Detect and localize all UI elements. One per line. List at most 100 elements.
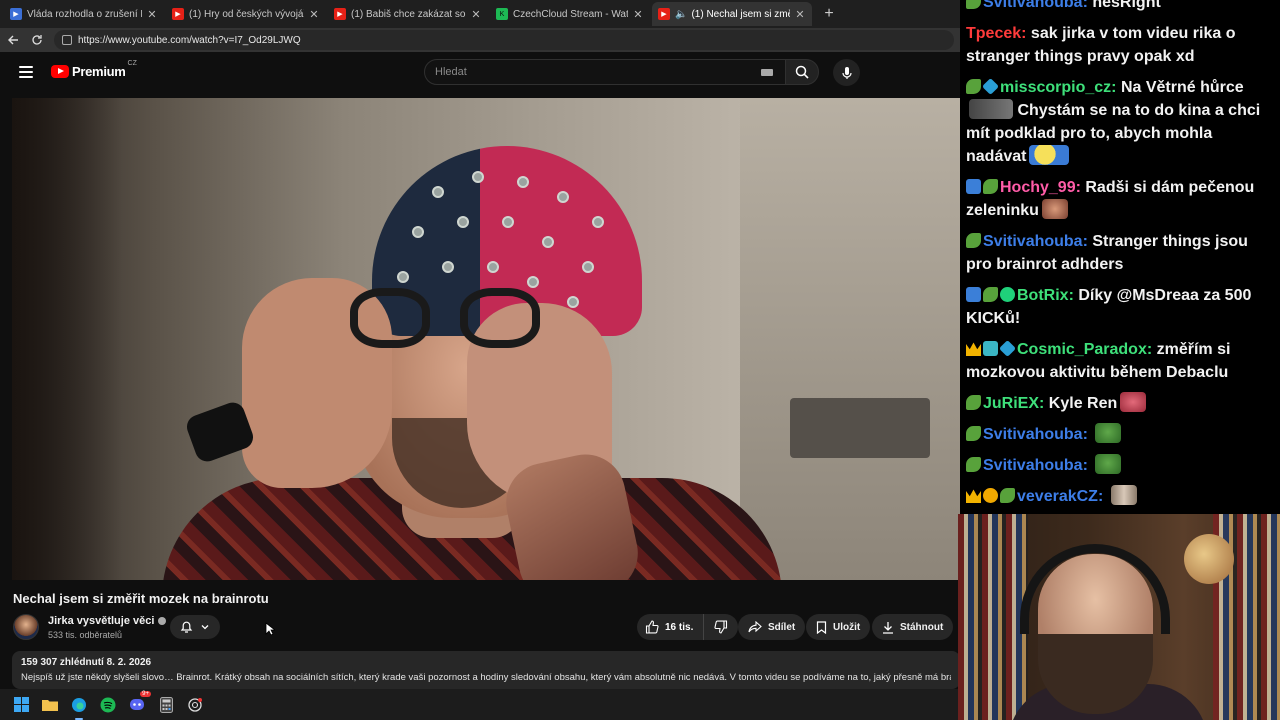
openai-icon	[188, 697, 202, 712]
close-tab-icon[interactable]: ✕	[632, 8, 644, 21]
url-input[interactable]: https://www.youtube.com/watch?v=I7_Od29L…	[54, 30, 954, 50]
chat-username[interactable]: misscorpio_cz	[1000, 79, 1111, 96]
close-tab-icon[interactable]: ✕	[308, 8, 320, 21]
chat-username[interactable]: Tpecek	[966, 25, 1021, 42]
chat-username[interactable]: Svitivahouba	[983, 233, 1083, 250]
arrow-badge-icon	[966, 179, 981, 194]
browser-tab-bar: ▶ Vláda rozhodla o zrušení Národ ✕ ▶ (1) Hry…	[0, 0, 960, 28]
tab-title: (1) Nechal jsem si změřit mo	[691, 8, 790, 20]
browser-tab-1[interactable]: ▶ Vláda rozhodla o zrušení Národ ✕	[4, 2, 164, 26]
taskbar-discord[interactable]: 9+	[126, 690, 151, 716]
channel-avatar[interactable]	[13, 614, 39, 640]
microphone-icon	[841, 66, 852, 79]
tab-title: CzechCloud Stream - Watch Live o	[513, 8, 628, 20]
leaf-badge-icon	[983, 287, 998, 302]
chat-text: Kyle Ren	[1048, 395, 1118, 412]
youtube-favicon-icon: ▶	[658, 8, 670, 20]
meme-emote-icon	[969, 99, 1013, 119]
channel-name[interactable]: Jirka vysvětluje věci	[48, 615, 167, 627]
chat-message: BotRix: Díky @MsDreaa za 500 KICKů!	[966, 287, 1252, 327]
url-text: https://www.youtube.com/watch?v=I7_Od29L…	[78, 34, 301, 46]
subscription-bell-button[interactable]	[170, 615, 220, 639]
lips-emote-icon	[1120, 392, 1147, 412]
taskbar-calculator[interactable]	[155, 694, 177, 716]
leaf-badge-icon	[1000, 488, 1015, 503]
kick-favicon-icon: K	[496, 8, 508, 20]
chat-username[interactable]: veverakCZ	[1017, 488, 1098, 505]
chat-username[interactable]: Svitivahouba	[983, 426, 1083, 443]
leaf-badge-icon	[966, 233, 981, 248]
chat-username[interactable]: Svitivahouba	[983, 457, 1083, 474]
voice-search-button[interactable]	[833, 59, 860, 86]
description-box[interactable]: 159 307 zhlédnutí 8. 2. 2026 Nejspíš už …	[12, 651, 960, 689]
like-dislike-group: 16 tis.	[637, 614, 739, 640]
search-placeholder: Hledat	[435, 66, 467, 78]
brand-label: Premium	[72, 64, 126, 79]
like-button[interactable]: 16 tis.	[637, 614, 705, 640]
search-icon	[795, 65, 809, 79]
new-tab-button[interactable]: +	[818, 3, 840, 25]
save-button[interactable]: Uložit	[806, 614, 871, 640]
close-tab-icon[interactable]: ✕	[146, 8, 158, 21]
chat-message-list: Svitivahouba: nesRight Tpecek: sak jirka …	[966, 0, 1276, 508]
browser-address-bar: https://www.youtube.com/watch?v=I7_Od29L…	[0, 28, 960, 52]
leaf-badge-icon	[966, 426, 981, 441]
speaker-icon[interactable]: 🔈	[675, 9, 687, 20]
share-button[interactable]: Sdílet	[738, 614, 806, 640]
download-icon	[883, 621, 893, 634]
close-tab-icon[interactable]: ✕	[794, 8, 806, 21]
download-button[interactable]: Stáhnout	[872, 614, 954, 640]
chat-username[interactable]: JuRiEX	[983, 395, 1039, 412]
taskbar-file-explorer[interactable]	[39, 694, 61, 716]
taskbar-edge[interactable]	[68, 694, 90, 720]
taskbar-spotify[interactable]	[97, 694, 119, 716]
arrow-badge-icon	[966, 287, 981, 302]
youtube-play-icon	[51, 65, 69, 78]
chat-username[interactable]: BotRix	[1017, 287, 1069, 304]
stream-chat: Svitivahouba: nesRight Tpecek: sak jirka …	[960, 0, 1280, 514]
youtube-favicon-icon: ▶	[172, 8, 184, 20]
chat-message: Svitivahouba:	[966, 454, 1276, 477]
folder-icon	[42, 700, 58, 711]
browser-tab-3[interactable]: ▶ (1) Babiš chce zakázat sociální sítě ✕	[328, 2, 488, 26]
region-label: CZ	[127, 60, 137, 67]
description-text: Nejspíš už jste někdy slyšeli slovo… Bra…	[21, 672, 951, 683]
youtube-logo[interactable]: Premium CZ	[51, 60, 137, 79]
mouse-cursor-icon	[265, 622, 275, 636]
chat-message: Tpecek: sak jirka v tom videu rika o str…	[966, 25, 1236, 65]
check-badge-icon	[1000, 287, 1015, 302]
tab-title: (1) Hry od českých vývojářů dobyv	[189, 8, 304, 20]
search-input[interactable]: Hledat	[424, 59, 786, 85]
youtube-favicon-icon: ▶	[334, 8, 346, 20]
taskbar-app-chatgpt[interactable]	[184, 694, 206, 716]
video-player[interactable]	[12, 98, 960, 580]
verified-icon	[158, 617, 167, 625]
chat-text: nesRight	[1092, 0, 1161, 11]
spotify-icon	[100, 697, 116, 712]
back-button[interactable]	[2, 29, 24, 51]
reload-button[interactable]	[26, 29, 48, 51]
close-tab-icon[interactable]: ✕	[470, 8, 482, 21]
cube-badge-icon	[982, 78, 999, 95]
start-button[interactable]	[10, 694, 32, 716]
chat-username[interactable]: Svitivahouba	[983, 0, 1083, 11]
dislike-button[interactable]	[704, 614, 738, 640]
calculator-icon	[159, 696, 173, 713]
chevron-down-icon	[201, 625, 209, 630]
search-button[interactable]	[785, 59, 819, 85]
browser-tab-2[interactable]: ▶ (1) Hry od českých vývojářů dobyv ✕	[166, 2, 326, 26]
keyboard-icon[interactable]	[761, 69, 773, 76]
bell-icon	[180, 621, 192, 633]
discord-icon	[130, 699, 144, 710]
chat-username[interactable]: Cosmic_Paradox	[1017, 341, 1147, 358]
windows-taskbar: 9+	[0, 689, 958, 720]
discord-notification-badge: 9+	[140, 690, 151, 697]
youtube-header: Premium CZ Hledat	[0, 52, 960, 96]
menu-icon[interactable]	[19, 66, 33, 78]
site-info-icon[interactable]	[62, 35, 72, 45]
face-emote-icon	[1041, 199, 1068, 219]
leaf-badge-icon	[983, 179, 998, 194]
browser-tab-4[interactable]: K CzechCloud Stream - Watch Live o ✕	[490, 2, 650, 26]
browser-tab-5[interactable]: ▶ 🔈 (1) Nechal jsem si změřit mo ✕	[652, 2, 812, 26]
chat-username[interactable]: Hochy_99	[1000, 179, 1076, 196]
